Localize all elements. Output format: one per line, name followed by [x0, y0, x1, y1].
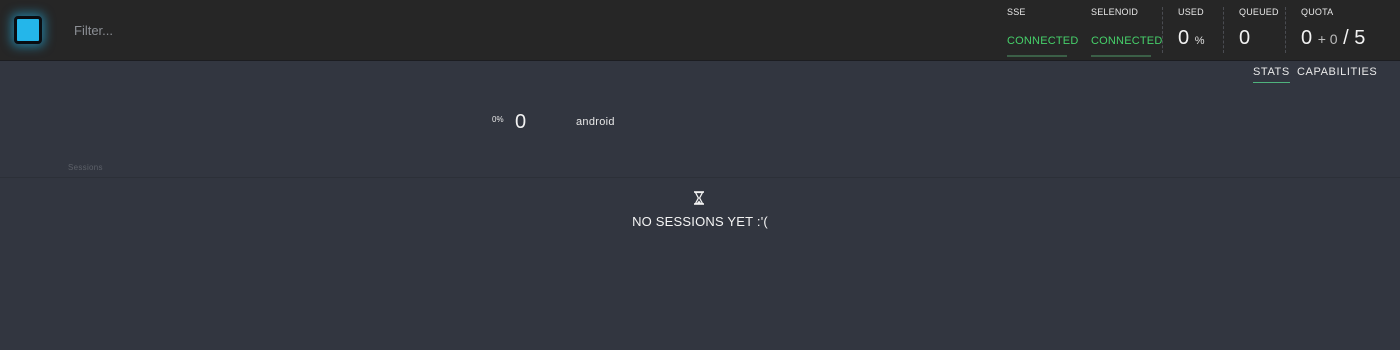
stat-quota: QUOTA 0 + 0 / 5: [1301, 7, 1365, 50]
stat-quota-label: QUOTA: [1301, 7, 1334, 17]
stat-queued-value: 0: [1239, 27, 1251, 49]
stat-quota-total: / 5: [1343, 27, 1366, 49]
tab-active-indicator: [1253, 82, 1290, 83]
stat-separator: [1162, 7, 1163, 53]
stat-sse-indicator: [1007, 55, 1067, 57]
stat-queued: QUEUED 0: [1239, 7, 1279, 50]
logo[interactable]: [14, 16, 42, 44]
stat-sse: SSE CONNECTED: [1007, 7, 1078, 57]
stat-selenoid-value: CONNECTED: [1091, 35, 1163, 47]
stat-used-label: USED: [1178, 7, 1204, 17]
stat-quota-value: 0: [1301, 27, 1313, 49]
summary-percent: 0%: [492, 115, 504, 124]
tab-stats[interactable]: STATS: [1253, 66, 1290, 78]
stat-used-value: 0: [1178, 27, 1190, 49]
stat-selenoid-indicator: [1091, 55, 1151, 57]
stat-selenoid-label: SELENOID: [1091, 7, 1139, 17]
stat-used-value-wrap: 0 %: [1178, 27, 1204, 50]
summary-browser-name: android: [576, 116, 615, 128]
stat-selenoid: SELENOID CONNECTED: [1091, 7, 1162, 57]
empty-sessions-message: NO SESSIONS YET :'(: [632, 214, 768, 229]
stat-separator: [1285, 7, 1286, 53]
summary-count: 0: [515, 111, 527, 133]
sessions-label: Sessions: [68, 163, 103, 172]
hourglass-icon: [694, 191, 704, 205]
filter-input[interactable]: [62, 18, 422, 42]
sessions-divider: [0, 177, 1400, 178]
stat-quota-value-wrap: 0 + 0 / 5: [1301, 27, 1365, 50]
stat-queued-label: QUEUED: [1239, 7, 1279, 17]
stat-used-unit: %: [1194, 35, 1205, 47]
tab-capabilities[interactable]: CAPABILITIES: [1297, 66, 1377, 78]
stat-separator: [1223, 7, 1224, 53]
stat-sse-value: CONNECTED: [1007, 35, 1079, 47]
top-bar: SSE CONNECTED SELENOID CONNECTED USED 0 …: [0, 0, 1400, 61]
stat-used: USED 0 %: [1178, 7, 1204, 50]
stat-sse-label: SSE: [1007, 7, 1026, 17]
stat-quota-plus: + 0: [1317, 31, 1338, 47]
